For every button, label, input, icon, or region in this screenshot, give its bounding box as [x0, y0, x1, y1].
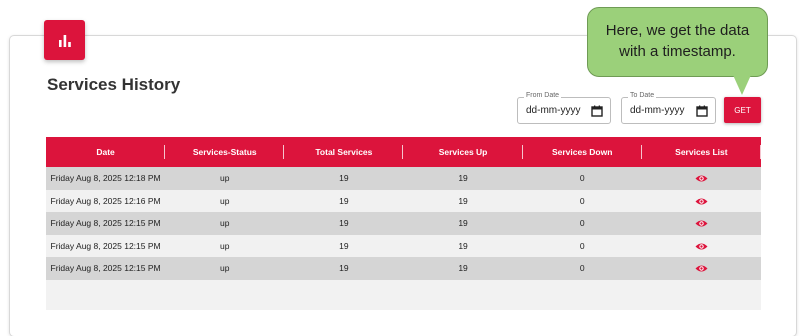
services-up-cell: 19: [458, 263, 468, 274]
services-down-cell: 0: [579, 173, 585, 184]
services-down-cell: 0: [579, 218, 585, 229]
column-header-down: Services Down: [523, 137, 642, 167]
column-header-status: Services-Status: [165, 137, 285, 167]
total-services-cell: 19: [339, 263, 349, 274]
services-up-cell: 19: [458, 195, 468, 206]
services-up-cell: 19: [458, 173, 468, 184]
page-title: Services History: [47, 75, 181, 94]
from-date-field[interactable]: From Date dd-mm-yyyy: [517, 92, 611, 124]
table-row: Friday Aug 8, 2025 12:15 PM up 19 19 0: [46, 257, 761, 280]
app-logo: [44, 20, 85, 60]
eye-icon[interactable]: [695, 242, 708, 251]
services-up-cell: 19: [458, 218, 468, 229]
eye-icon[interactable]: [695, 197, 708, 206]
services-list-cell[interactable]: [642, 257, 761, 280]
calendar-icon[interactable]: [591, 105, 603, 117]
column-header-list: Services List: [642, 137, 762, 167]
total-services-cell: 19: [339, 218, 349, 229]
services-down-cell: 0: [579, 195, 585, 206]
status-cell: up: [220, 263, 230, 274]
column-header-up: Services Up: [403, 137, 523, 167]
date-cell: Friday Aug 8, 2025 12:18 PM: [50, 173, 161, 184]
date-cell: Friday Aug 8, 2025 12:15 PM: [50, 263, 161, 274]
table-row: Friday Aug 8, 2025 12:15 PM up 19 19 0: [46, 234, 761, 258]
services-up-cell: 19: [458, 240, 468, 251]
status-cell: up: [220, 218, 230, 229]
callout-line-2: with a timestamp.: [619, 43, 736, 60]
eye-icon[interactable]: [695, 264, 708, 273]
eye-icon[interactable]: [695, 219, 708, 228]
to-date-field[interactable]: To Date dd-mm-yyyy: [621, 92, 716, 124]
calendar-icon[interactable]: [696, 105, 708, 117]
column-header-total: Total Services: [284, 137, 404, 167]
bar-chart-icon: [58, 34, 71, 47]
table-row: Friday Aug 8, 2025 12:16 PM up 19 19 0: [46, 189, 761, 213]
get-button[interactable]: GET: [724, 97, 761, 123]
services-list-cell[interactable]: [642, 235, 761, 258]
status-cell: up: [220, 173, 230, 184]
services-down-cell: 0: [579, 240, 585, 251]
date-cell: Friday Aug 8, 2025 12:15 PM: [50, 218, 161, 229]
table-row: Friday Aug 8, 2025 12:18 PM up 19 19 0: [46, 167, 761, 190]
callout-tail: [733, 75, 751, 95]
status-cell: up: [220, 240, 230, 251]
date-cell: Friday Aug 8, 2025 12:15 PM: [50, 240, 161, 251]
table-header-row: Date Services-Status Total Services Serv…: [46, 137, 762, 167]
table-row: Friday Aug 8, 2025 12:15 PM up 19 19 0: [46, 212, 761, 235]
services-list-cell[interactable]: [642, 167, 761, 190]
services-history-table: Date Services-Status Total Services Serv…: [46, 137, 762, 310]
to-date-label: To Date: [628, 92, 657, 99]
from-date-input[interactable]: dd-mm-yyyy: [526, 105, 580, 116]
from-date-label: From Date: [524, 92, 562, 99]
date-cell: Friday Aug 8, 2025 12:16 PM: [50, 195, 161, 206]
services-list-cell[interactable]: [642, 212, 761, 235]
column-header-date: Date: [46, 137, 166, 167]
total-services-cell: 19: [339, 195, 349, 206]
to-date-input[interactable]: dd-mm-yyyy: [630, 105, 684, 116]
eye-icon[interactable]: [695, 174, 708, 183]
annotation-callout: Here, we get the data with a timestamp.: [587, 7, 768, 77]
services-list-cell[interactable]: [642, 190, 761, 213]
status-cell: up: [220, 195, 230, 206]
callout-line-1: Here, we get the data: [605, 22, 750, 39]
services-down-cell: 0: [579, 263, 585, 274]
total-services-cell: 19: [339, 240, 349, 251]
total-services-cell: 19: [339, 173, 349, 184]
